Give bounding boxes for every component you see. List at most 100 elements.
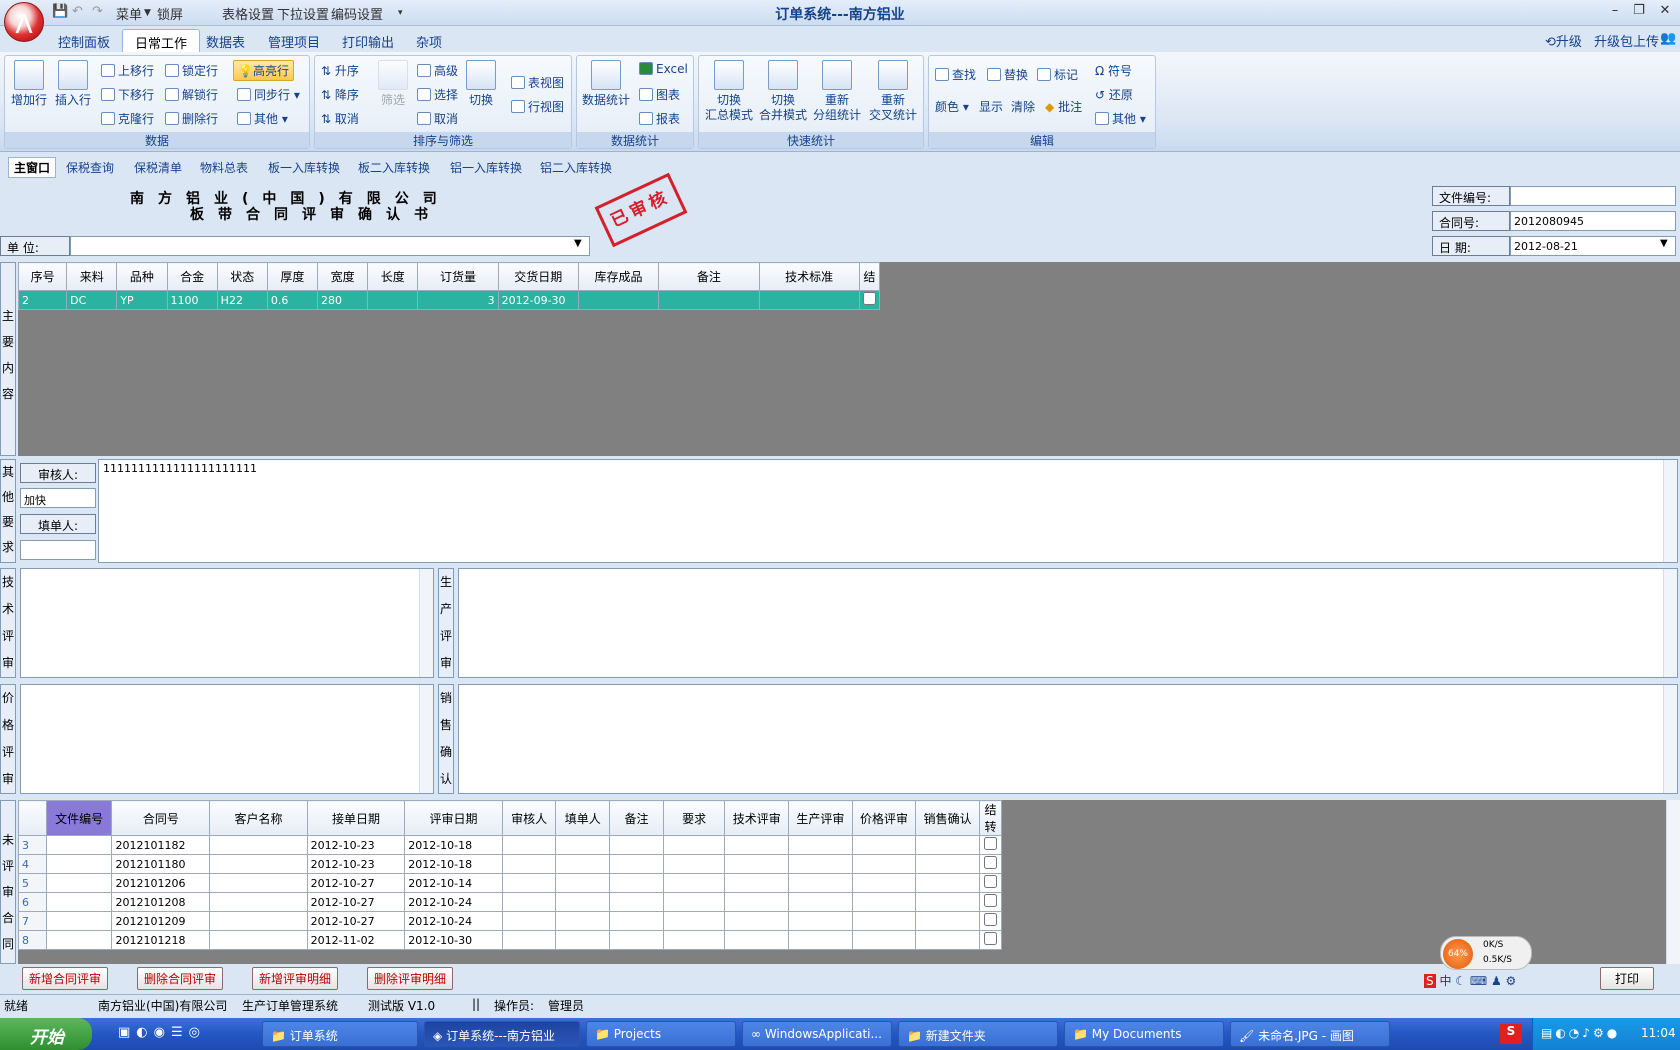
pending-cell[interactable]: [501, 873, 557, 893]
upload-upgrade-button[interactable]: 升级包上传: [1594, 31, 1659, 50]
pending-cell[interactable]: [501, 930, 557, 950]
reviewer-field[interactable]: 加快: [20, 488, 96, 508]
unlock-row-button[interactable]: 解锁行: [165, 86, 218, 103]
main-cell[interactable]: [367, 290, 419, 310]
doctab-bonded-list[interactable]: 保税清单: [134, 159, 182, 176]
pending-cell[interactable]: 2012-10-24: [404, 911, 503, 931]
excel-button[interactable]: Excel: [639, 62, 688, 76]
pending-cell[interactable]: [915, 854, 980, 874]
color-button[interactable]: 颜色 ▾: [935, 98, 969, 115]
add-contract-review-button[interactable]: 新增合同评审: [22, 967, 109, 990]
doctab-plate2[interactable]: 板二入库转换: [358, 159, 430, 176]
prod-review-textarea[interactable]: [458, 568, 1678, 678]
task-order-system[interactable]: 📁 订单系统: [262, 1021, 418, 1047]
contract-no-field[interactable]: 2012080945: [1510, 211, 1676, 231]
pending-cell[interactable]: [555, 930, 611, 950]
pending-cell[interactable]: [501, 911, 557, 931]
pending-cell[interactable]: 2012-10-23: [306, 854, 406, 874]
cancel-filter-button[interactable]: 取消: [417, 110, 458, 127]
carry-over-checkbox[interactable]: [983, 894, 997, 907]
switch-summary-button[interactable]: 切换 汇总模式: [703, 60, 755, 123]
pending-col-header[interactable]: 审核人: [501, 800, 557, 836]
move-up-button[interactable]: 上移行: [101, 62, 154, 79]
pending-cell[interactable]: [209, 911, 308, 931]
file-no-field[interactable]: [1510, 186, 1676, 206]
main-cell[interactable]: H22: [216, 290, 268, 310]
main-col-header[interactable]: 状态: [216, 262, 268, 291]
pending-cell[interactable]: [724, 873, 790, 893]
price-review-scrollbar[interactable]: [419, 685, 433, 793]
sales-confirm-textarea[interactable]: [458, 684, 1678, 794]
carry-over-checkbox[interactable]: [983, 837, 997, 850]
pending-cell[interactable]: [724, 892, 790, 912]
pending-cell[interactable]: [662, 930, 726, 950]
pending-table-row[interactable]: 4 2012101180 2012-10-23 2012-10-18: [18, 854, 1003, 874]
start-button[interactable]: 开始: [0, 1018, 92, 1050]
switch-merge-button[interactable]: 切换 合并模式: [757, 60, 809, 123]
pending-cell[interactable]: [788, 835, 853, 855]
pending-cell[interactable]: 2012-10-27: [306, 892, 406, 912]
task-windowsapp[interactable]: ∞ WindowsApplicati...: [742, 1021, 892, 1047]
pending-col-header[interactable]: 价格评审: [851, 800, 917, 836]
main-col-header[interactable]: 来料: [66, 262, 118, 291]
pending-cell[interactable]: [209, 892, 308, 912]
close-button[interactable]: ✕: [1654, 3, 1676, 21]
pending-cell[interactable]: [851, 873, 917, 893]
clone-row-button[interactable]: 克隆行: [101, 110, 154, 127]
tab-manage-project[interactable]: 管理项目: [256, 29, 332, 52]
pending-cell[interactable]: [555, 854, 611, 874]
pending-col-header[interactable]: 要求: [662, 800, 726, 836]
unit-dropdown-icon[interactable]: ▼: [574, 238, 582, 249]
pending-cell[interactable]: [788, 854, 853, 874]
pending-col-header[interactable]: 填单人: [555, 800, 611, 836]
pending-cell[interactable]: [851, 854, 917, 874]
main-col-header[interactable]: 厚度: [266, 262, 319, 291]
pending-cell[interactable]: [609, 854, 664, 874]
main-col-header[interactable]: 长度: [367, 262, 419, 291]
pending-cell[interactable]: 2012-10-24: [404, 892, 503, 912]
pending-cell[interactable]: [209, 835, 308, 855]
pending-col-header[interactable]: 备注: [609, 800, 664, 836]
row-view-button[interactable]: 行视图: [511, 98, 564, 115]
pending-cell[interactable]: 2012101209: [111, 911, 211, 931]
pending-cell[interactable]: [978, 854, 1003, 874]
pending-table-row[interactable]: 6 2012101208 2012-10-27 2012-10-24: [18, 892, 1003, 912]
pending-cell[interactable]: 2012-10-30: [404, 930, 503, 950]
pending-cell[interactable]: [978, 873, 1003, 893]
pending-col-header[interactable]: 接单日期: [306, 800, 406, 836]
main-cell[interactable]: [577, 290, 660, 310]
pending-table-row[interactable]: 8 2012101218 2012-11-02 2012-10-30: [18, 930, 1003, 950]
insert-row-button[interactable]: 插入行: [53, 60, 93, 108]
filler-field[interactable]: [20, 540, 96, 560]
pending-col-header[interactable]: 销售确认: [915, 800, 980, 836]
tab-control-panel[interactable]: 控制面板: [46, 29, 122, 52]
pending-cell[interactable]: [851, 892, 917, 912]
delete-contract-review-button[interactable]: 删除合同评审: [137, 967, 224, 990]
main-cell[interactable]: 3: [417, 290, 499, 310]
tab-data-table[interactable]: 数据表: [194, 29, 257, 52]
sogou-taskbar-icon[interactable]: S: [1500, 1024, 1522, 1044]
main-col-header[interactable]: 品种: [116, 262, 168, 291]
main-col-header[interactable]: 订货量: [417, 262, 499, 291]
carry-over-checkbox[interactable]: [983, 913, 997, 926]
pending-cell[interactable]: [555, 835, 611, 855]
task-projects[interactable]: 📁 Projects: [586, 1021, 736, 1047]
main-col-header[interactable]: 结: [858, 262, 881, 291]
pending-cell[interactable]: [788, 892, 853, 912]
task-paint[interactable]: 🖌 未命名.JPG - 画图: [1230, 1021, 1390, 1047]
pending-cell[interactable]: [851, 911, 917, 931]
pending-cell[interactable]: 2012-10-14: [404, 873, 503, 893]
pending-cell[interactable]: [978, 911, 1003, 931]
cross-stats-button[interactable]: 重新 交叉统计: [865, 60, 921, 123]
pending-cell[interactable]: 2012-10-23: [306, 835, 406, 855]
clear-button[interactable]: 清除: [1011, 98, 1035, 115]
pending-cell[interactable]: [609, 911, 664, 931]
regroup-stats-button[interactable]: 重新 分组统计: [811, 60, 863, 123]
pending-table-row[interactable]: 7 2012101209 2012-10-27 2012-10-24: [18, 911, 1003, 931]
pending-cell[interactable]: [501, 835, 557, 855]
main-cell[interactable]: 2: [17, 290, 68, 310]
main-col-header[interactable]: 技术标准: [758, 262, 860, 291]
pending-cell[interactable]: [662, 892, 726, 912]
print-button[interactable]: 打印: [1600, 967, 1655, 990]
pending-cell[interactable]: [724, 911, 790, 931]
